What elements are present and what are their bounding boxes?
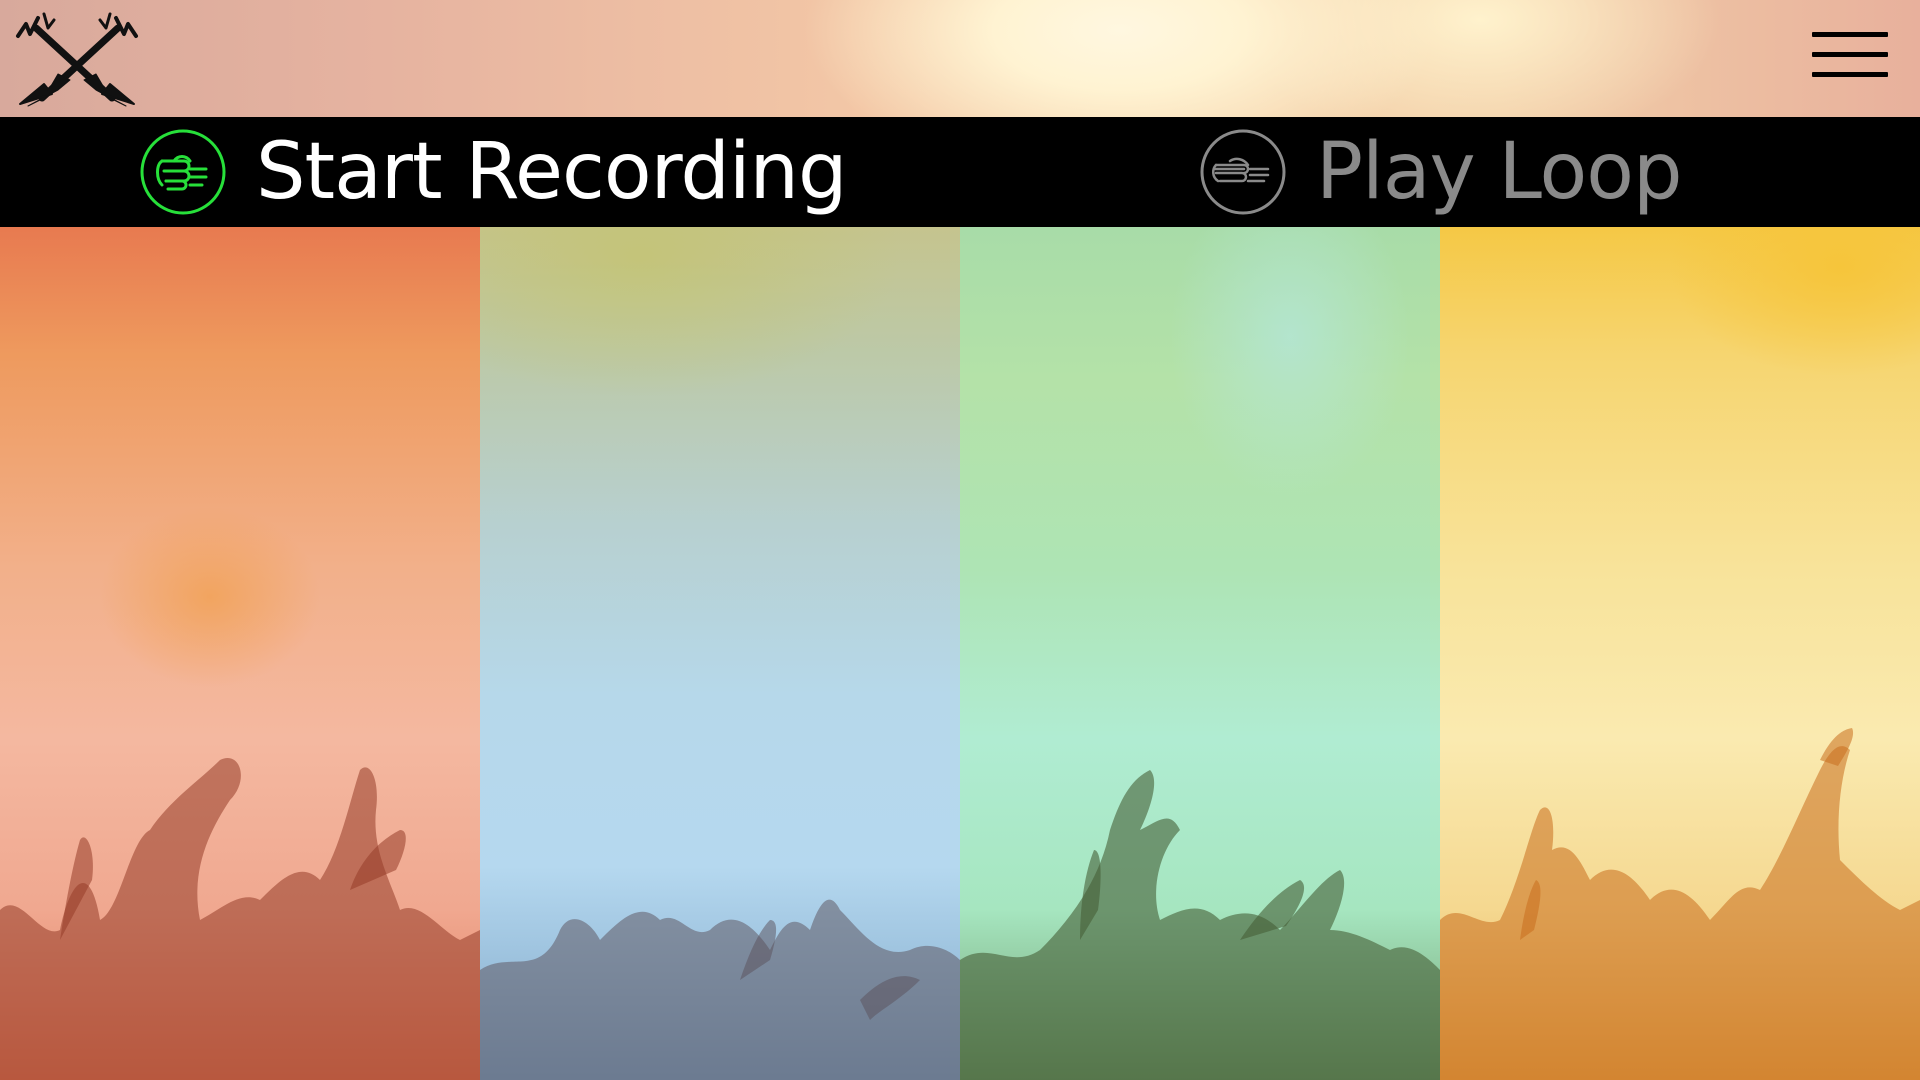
hamburger-menu-icon[interactable] <box>1812 30 1890 82</box>
crossed-guitars-icon[interactable] <box>14 10 140 108</box>
loop-pads <box>0 227 1920 1080</box>
top-header <box>0 0 1920 117</box>
fist-gesture-icon <box>140 129 226 215</box>
loop-pad-3[interactable] <box>960 227 1440 1080</box>
start-recording-label: Start Recording <box>256 127 847 217</box>
app-screen: Start Recording Play Loop <box>0 0 1920 1080</box>
crowd-hands-image <box>960 770 1440 1080</box>
crowd-hands-image <box>1440 728 1920 1080</box>
play-loop-label: Play Loop <box>1316 127 1682 217</box>
loop-pad-2[interactable] <box>480 227 960 1080</box>
crowd-hands-image <box>0 758 480 1080</box>
start-recording-button[interactable]: Start Recording <box>140 117 847 227</box>
loop-pad-4[interactable] <box>1440 227 1920 1080</box>
flat-hand-gesture-icon <box>1200 129 1286 215</box>
control-bar: Start Recording Play Loop <box>0 117 1920 227</box>
crowd-hands-image <box>480 899 960 1080</box>
play-loop-button[interactable]: Play Loop <box>1200 117 1682 227</box>
loop-pad-1[interactable] <box>0 227 480 1080</box>
